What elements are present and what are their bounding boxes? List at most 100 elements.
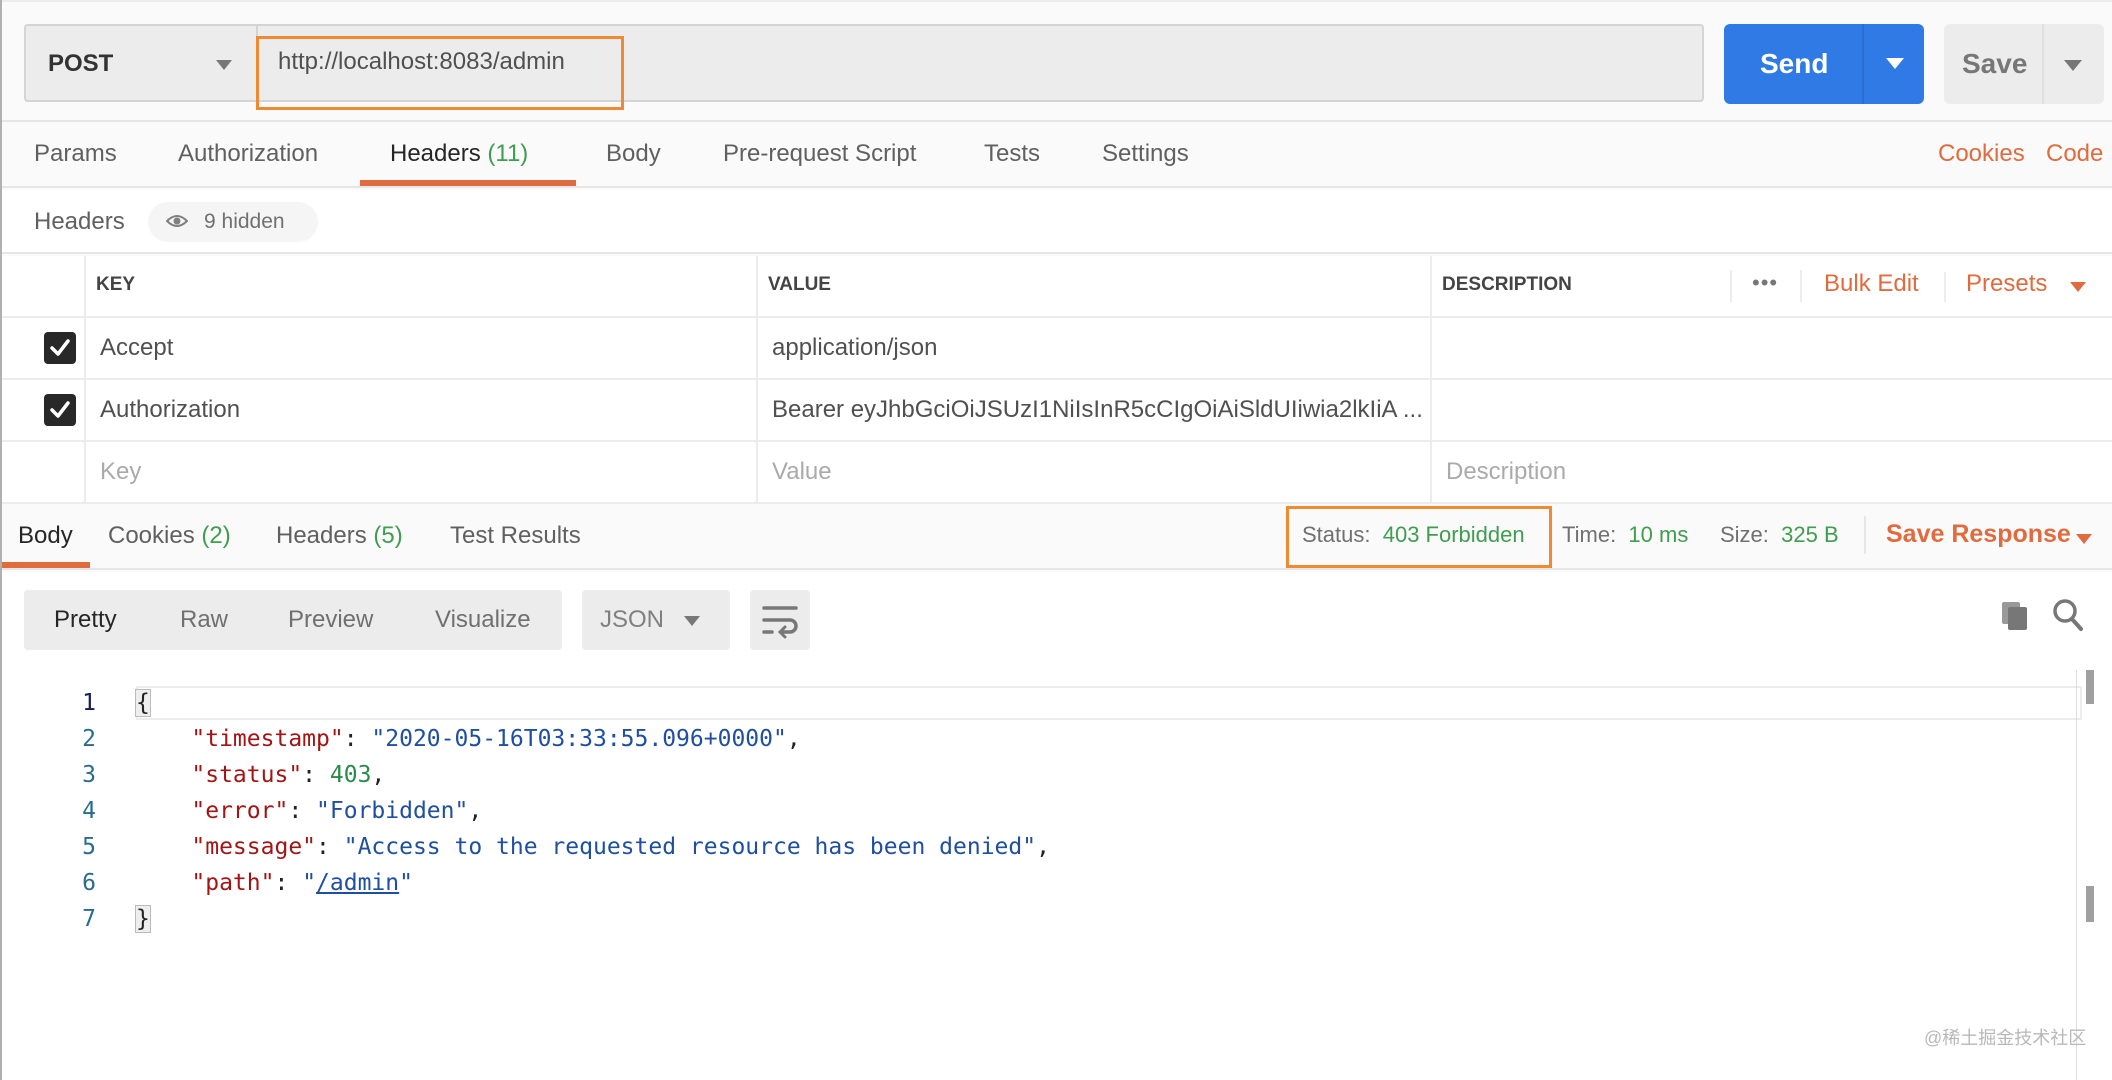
view-pretty[interactable]: Pretty <box>54 606 117 634</box>
quote: " <box>302 870 317 896</box>
checkbox-cell <box>2 380 86 440</box>
line-number: 2 <box>82 726 96 752</box>
tab-label: Cookies <box>108 522 195 549</box>
description-cell[interactable] <box>1432 318 2112 378</box>
json-key: "error" <box>191 798 289 824</box>
json-value: "2020-05-16T03:33:55.096+0000" <box>371 726 787 752</box>
more-options-button[interactable]: ••• <box>1730 270 1802 302</box>
method-select[interactable]: POST <box>24 24 256 102</box>
presets-dropdown[interactable]: Presets <box>1966 270 2047 298</box>
row-checkbox[interactable] <box>44 332 76 364</box>
view-preview[interactable]: Preview <box>288 606 373 634</box>
path-link[interactable]: /admin <box>316 870 399 896</box>
send-button[interactable]: Send <box>1724 24 1924 104</box>
line-number: 6 <box>82 870 96 896</box>
divider <box>1944 272 1946 302</box>
column-label: KEY <box>96 274 136 295</box>
new-description-input[interactable]: Description <box>1432 442 2112 502</box>
table-header-row: KEY VALUE DESCRIPTION ••• Bulk Edit Pres… <box>2 256 2112 318</box>
key-value: Authorization <box>100 396 241 423</box>
open-brace: { <box>135 689 151 717</box>
time-label: Time: <box>1562 522 1617 547</box>
line-number: 4 <box>82 798 96 824</box>
response-tab-body[interactable]: Body <box>18 522 73 550</box>
tab-body[interactable]: Body <box>606 140 661 168</box>
tab-authorization[interactable]: Authorization <box>178 140 318 168</box>
cookies-link[interactable]: Cookies <box>1938 140 2025 168</box>
hidden-headers-toggle[interactable]: 9 hidden <box>148 202 318 242</box>
key-cell[interactable]: Accept <box>86 318 758 378</box>
tab-label: Body <box>18 522 73 549</box>
line-number: 5 <box>82 834 96 860</box>
checkmark-icon <box>50 401 70 418</box>
key-placeholder: Key <box>100 458 142 485</box>
tab-label: Authorization <box>178 140 319 167</box>
send-label: Send <box>1760 48 1829 79</box>
size-label: Size: <box>1720 522 1769 547</box>
code-line: "timestamp": "2020-05-16T03:33:55.096+00… <box>191 726 801 752</box>
json-value: "Forbidden" <box>316 798 469 824</box>
column-label: DESCRIPTION <box>1442 274 1572 295</box>
json-value: "Access to the requested resource has be… <box>343 834 1037 860</box>
status-label: Status: <box>1302 522 1371 547</box>
code-line: "message": "Access to the requested reso… <box>191 834 1050 860</box>
tab-label: Params <box>34 140 117 167</box>
response-tabs: Body Cookies (2) Headers (5) Test Result… <box>2 504 2112 570</box>
tab-headers[interactable]: Headers (11) <box>390 140 528 168</box>
tab-params[interactable]: Params <box>34 140 117 168</box>
description-placeholder: Description <box>1446 458 1567 485</box>
code-editor[interactable]: 1 2 3 4 5 6 7 { "timestamp": "2020-05-16… <box>2 670 2082 1080</box>
key-column-header: KEY <box>86 256 758 316</box>
send-divider <box>1862 24 1864 104</box>
code-link[interactable]: Code <box>2046 140 2103 168</box>
response-tab-headers[interactable]: Headers (5) <box>276 522 403 550</box>
chevron-down-icon[interactable] <box>2076 534 2092 544</box>
hidden-count: 9 hidden <box>204 210 285 233</box>
headers-toolbar: Headers 9 hidden <box>2 190 2112 254</box>
key-value: Accept <box>100 334 174 361</box>
tab-settings[interactable]: Settings <box>1102 140 1189 168</box>
value-cell[interactable]: application/json <box>758 318 1432 378</box>
editor-scroll-track <box>2076 670 2077 1080</box>
wrap-lines-button[interactable] <box>750 590 810 650</box>
line-number: 7 <box>82 906 96 932</box>
value-cell[interactable]: Bearer eyJhbGciOiJSUzI1NiIsInR5cCIgOiAiS… <box>758 380 1432 440</box>
new-value-input[interactable]: Value <box>758 442 1432 502</box>
copy-icon[interactable] <box>2000 600 2030 632</box>
view-visualize[interactable]: Visualize <box>435 606 531 634</box>
code-line: } <box>135 905 151 933</box>
tab-tests[interactable]: Tests <box>984 140 1040 168</box>
response-tab-cookies[interactable]: Cookies (2) <box>108 522 231 550</box>
horizontal-scrollbar-thumb[interactable] <box>2086 670 2094 704</box>
save-options-chevron-icon[interactable] <box>2064 60 2082 71</box>
chevron-down-icon <box>216 60 232 70</box>
vertical-scrollbar-thumb[interactable] <box>2086 886 2094 922</box>
column-label: VALUE <box>768 274 831 295</box>
method-value: POST <box>48 50 114 77</box>
status-value: 403 Forbidden <box>1382 522 1525 547</box>
new-key-input[interactable]: Key <box>86 442 758 502</box>
tab-pre-request-script[interactable]: Pre-request Script <box>723 140 916 168</box>
row-checkbox[interactable] <box>44 394 76 426</box>
language-select[interactable]: JSON <box>582 590 730 650</box>
value-placeholder: Value <box>772 458 832 485</box>
response-tab-test-results[interactable]: Test Results <box>450 522 581 550</box>
tab-count: (2) <box>201 522 231 549</box>
tab-label: Test Results <box>450 522 581 549</box>
description-cell[interactable] <box>1432 380 2112 440</box>
search-icon[interactable] <box>2052 598 2084 632</box>
save-response-button[interactable]: Save Response <box>1886 520 2071 549</box>
table-row: Authorization Bearer eyJhbGciOiJSUzI1NiI… <box>2 380 2112 442</box>
bulk-edit-link[interactable]: Bulk Edit <box>1824 270 1919 298</box>
json-key: "path" <box>191 870 275 896</box>
close-brace: } <box>135 905 151 933</box>
tab-count: (5) <box>373 522 403 549</box>
view-raw[interactable]: Raw <box>180 606 228 634</box>
line-number: 3 <box>82 762 96 788</box>
key-cell[interactable]: Authorization <box>86 380 758 440</box>
json-value: 403 <box>329 762 372 788</box>
send-options-chevron-icon[interactable] <box>1886 58 1904 69</box>
chevron-down-icon <box>684 616 700 626</box>
request-bar: POST http://localhost:8083/admin Send Sa… <box>2 0 2112 122</box>
save-button[interactable]: Save <box>1944 24 2104 104</box>
